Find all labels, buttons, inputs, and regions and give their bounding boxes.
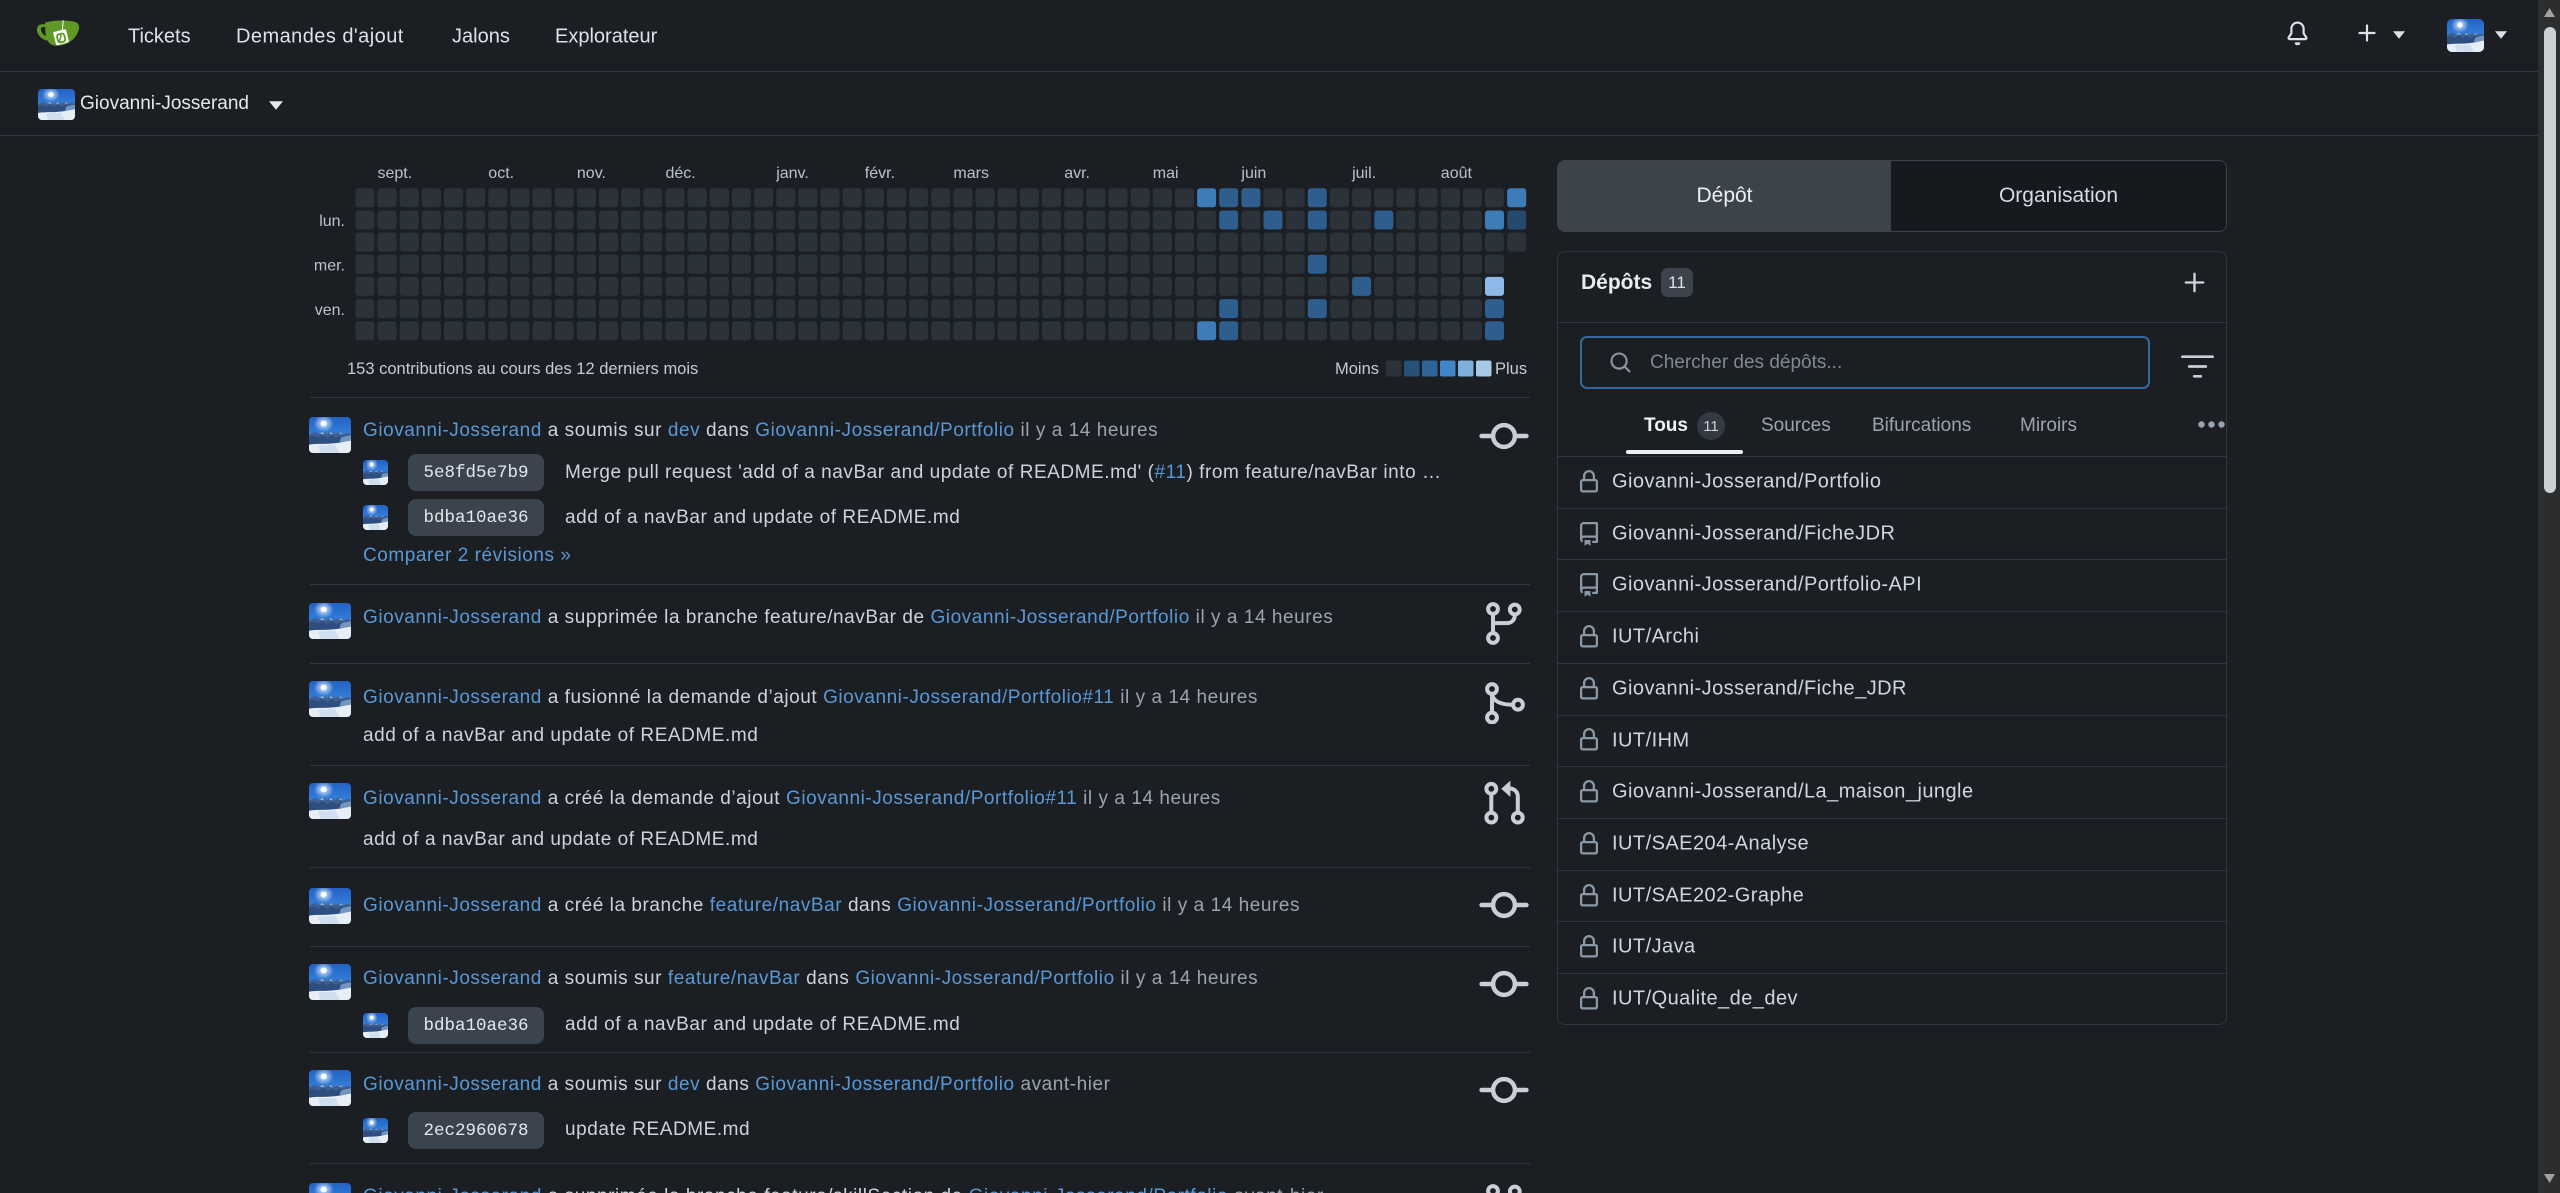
svg-text:août: août (1441, 165, 1473, 182)
svg-text:juil.: juil. (1351, 165, 1376, 182)
svg-text:sept.: sept. (378, 165, 413, 182)
svg-text:mai: mai (1153, 165, 1179, 182)
svg-text:févr.: févr. (865, 165, 895, 182)
svg-text:nov.: nov. (577, 165, 606, 182)
svg-text:juin: juin (1240, 165, 1266, 182)
svg-text:avr.: avr. (1064, 165, 1090, 182)
svg-text:Plus: Plus (1495, 360, 1527, 378)
svg-text:oct.: oct. (488, 165, 514, 182)
svg-text:déc.: déc. (666, 165, 696, 182)
svg-text:mer.: mer. (314, 257, 345, 274)
svg-text:Moins: Moins (1335, 360, 1379, 378)
svg-text:ven.: ven. (315, 302, 345, 319)
svg-text:lun.: lun. (319, 213, 345, 230)
svg-text:mars: mars (953, 165, 989, 182)
svg-text:153 contributions au cours des: 153 contributions au cours des 12 dernie… (347, 360, 698, 378)
svg-text:janv.: janv. (775, 165, 809, 182)
